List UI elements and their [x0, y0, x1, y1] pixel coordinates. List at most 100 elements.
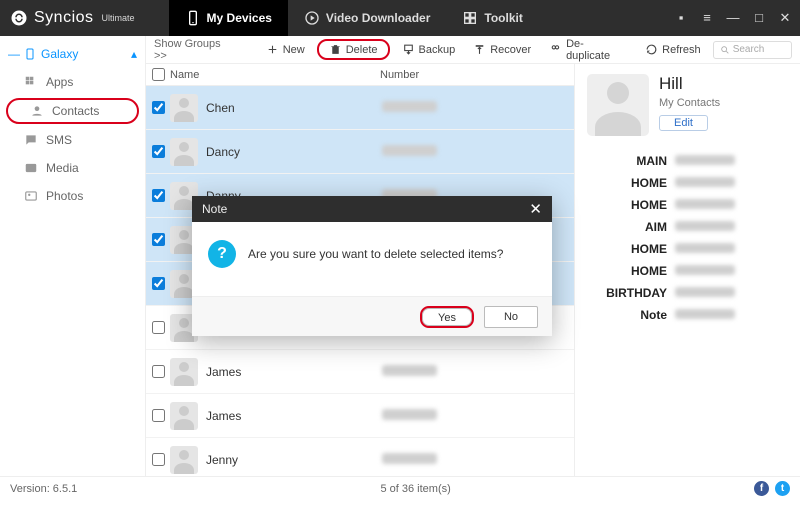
- minimize-icon[interactable]: —: [726, 10, 740, 26]
- row-checkbox[interactable]: [152, 277, 165, 290]
- field-label: MAIN: [587, 154, 667, 168]
- yes-button[interactable]: Yes: [420, 306, 474, 328]
- detail-field: HOME: [587, 194, 788, 216]
- new-label: New: [283, 44, 305, 56]
- sidebar-item-media[interactable]: Media: [0, 154, 145, 182]
- row-checkbox[interactable]: [152, 321, 165, 334]
- facebook-icon[interactable]: f: [754, 481, 769, 496]
- tab-label: My Devices: [207, 11, 272, 25]
- show-groups-link[interactable]: Show Groups >>: [154, 38, 236, 62]
- social-links: f t: [754, 481, 790, 496]
- sidebar-item-sms[interactable]: SMS: [0, 126, 145, 154]
- toolbar: Show Groups >> New Delete Backup Recover…: [146, 36, 800, 64]
- row-checkbox[interactable]: [152, 453, 165, 466]
- sidebar-item-contacts[interactable]: Contacts: [6, 98, 139, 124]
- field-value: [675, 154, 735, 168]
- edit-button[interactable]: Edit: [659, 115, 708, 131]
- tab-toolkit[interactable]: Toolkit: [446, 0, 538, 36]
- delete-label: Delete: [346, 44, 378, 56]
- field-value: [675, 242, 735, 256]
- field-label: AIM: [587, 220, 667, 234]
- close-icon[interactable]: ✕: [778, 10, 792, 26]
- tab-label: Video Downloader: [326, 11, 430, 25]
- edition-text: Ultimate: [102, 13, 135, 23]
- device-row[interactable]: — Galaxy ▴: [0, 40, 145, 68]
- maximize-icon[interactable]: □: [752, 10, 766, 26]
- sidebar-item-label: Contacts: [52, 104, 99, 118]
- contact-number: [382, 409, 574, 423]
- row-checkbox[interactable]: [152, 189, 165, 202]
- refresh-label: Refresh: [662, 44, 701, 56]
- recover-button[interactable]: Recover: [467, 40, 537, 59]
- brand-text: Syncios: [34, 9, 94, 27]
- backup-label: Backup: [419, 44, 456, 56]
- contacts-icon: [30, 104, 44, 118]
- recover-icon: [473, 43, 486, 56]
- search-input[interactable]: Search: [713, 41, 792, 59]
- syncios-icon: [10, 9, 28, 27]
- app-logo: Syncios Ultimate: [10, 9, 135, 27]
- sidebar-item-apps[interactable]: Apps: [0, 68, 145, 96]
- sms-icon: [24, 133, 38, 147]
- window-controls: ▪ ≡ — □ ✕: [674, 10, 792, 26]
- refresh-button[interactable]: Refresh: [639, 40, 707, 59]
- twitter-icon[interactable]: t: [775, 481, 790, 496]
- device-icon: [185, 10, 201, 26]
- detail-fields: MAINHOMEHOMEAIMHOMEHOMEBIRTHDAYNote: [587, 150, 788, 326]
- table-row[interactable]: James: [146, 394, 574, 438]
- table-row[interactable]: Chen: [146, 86, 574, 130]
- dialog-title: Note: [202, 202, 227, 216]
- row-checkbox[interactable]: [152, 145, 165, 158]
- row-checkbox[interactable]: [152, 233, 165, 246]
- backup-button[interactable]: Backup: [396, 40, 462, 59]
- detail-group: My Contacts: [659, 97, 720, 109]
- row-checkbox[interactable]: [152, 101, 165, 114]
- titlebar: Syncios Ultimate My Devices Video Downlo…: [0, 0, 800, 36]
- avatar: [170, 138, 198, 166]
- table-row[interactable]: Dancy: [146, 130, 574, 174]
- row-checkbox[interactable]: [152, 409, 165, 422]
- field-value: [675, 308, 735, 322]
- row-checkbox[interactable]: [152, 365, 165, 378]
- menu-icon[interactable]: ≡: [700, 10, 714, 26]
- backup-icon: [402, 43, 415, 56]
- col-name-header[interactable]: Name: [170, 69, 380, 81]
- avatar: [170, 402, 198, 430]
- dialog-titlebar: Note ✕: [192, 196, 552, 222]
- contact-number: [382, 101, 574, 115]
- table-row[interactable]: Jenny: [146, 438, 574, 476]
- table-row[interactable]: James: [146, 350, 574, 394]
- select-all-checkbox[interactable]: [152, 68, 165, 81]
- col-number-header[interactable]: Number: [380, 69, 574, 81]
- tab-my-devices[interactable]: My Devices: [169, 0, 288, 36]
- new-button[interactable]: New: [260, 40, 311, 59]
- no-button[interactable]: No: [484, 306, 538, 328]
- avatar: [170, 446, 198, 474]
- tab-label: Toolkit: [484, 11, 522, 25]
- field-label: BIRTHDAY: [587, 286, 667, 300]
- detail-field: AIM: [587, 216, 788, 238]
- sidebar-item-label: Photos: [46, 189, 83, 203]
- field-value: [675, 264, 735, 278]
- dialog-close-icon[interactable]: ✕: [529, 200, 542, 218]
- collapse-icon[interactable]: ▴: [131, 47, 137, 61]
- detail-field: HOME: [587, 260, 788, 282]
- grid-icon: [462, 10, 478, 26]
- tab-video-downloader[interactable]: Video Downloader: [288, 0, 446, 36]
- contact-name: James: [206, 409, 382, 423]
- field-value: [675, 286, 735, 300]
- sidebar-item-label: SMS: [46, 133, 72, 147]
- play-circle-icon: [304, 10, 320, 26]
- delete-button[interactable]: Delete: [317, 39, 390, 60]
- dialog-message: Are you sure you want to delete selected…: [248, 247, 503, 261]
- avatar: [170, 94, 198, 122]
- statusbar: Version: 6.5.1 5 of 36 item(s) f t: [0, 476, 800, 500]
- contact-name: Jenny: [206, 453, 382, 467]
- sidebar-item-photos[interactable]: Photos: [0, 182, 145, 210]
- field-label: HOME: [587, 176, 667, 190]
- search-placeholder: Search: [733, 44, 765, 55]
- confirm-dialog: Note ✕ ? Are you sure you want to delete…: [192, 196, 552, 336]
- detail-field: MAIN: [587, 150, 788, 172]
- dedup-button[interactable]: De-duplicate: [543, 35, 633, 65]
- feedback-icon[interactable]: ▪: [674, 10, 688, 26]
